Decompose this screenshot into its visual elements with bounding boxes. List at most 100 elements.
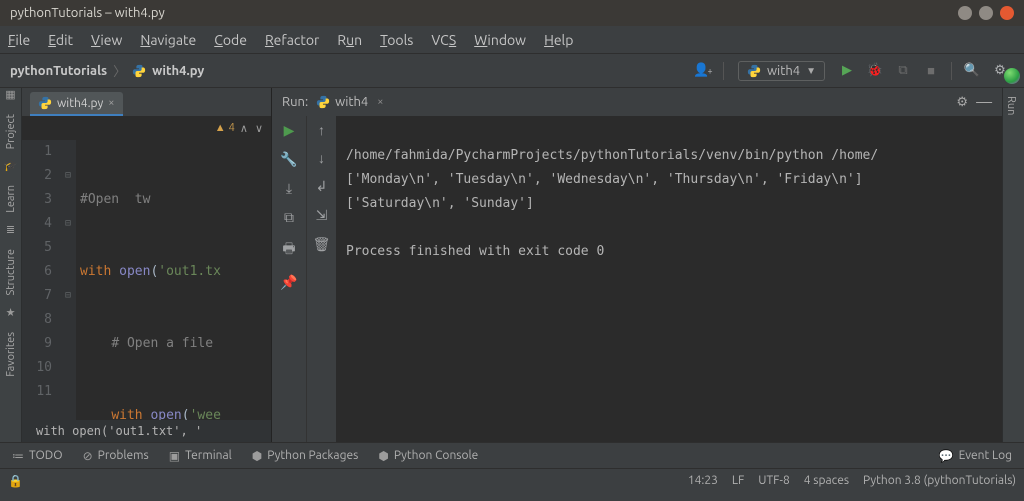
python-icon [316, 95, 330, 109]
python-small-icon: ⬢ [378, 449, 388, 463]
close-icon[interactable]: × [377, 96, 383, 108]
status-interpreter[interactable]: Python 3.8 (pythonTutorials) [863, 474, 1016, 487]
python-small-icon: ⬢ [252, 449, 262, 463]
warning-count: 4 [229, 122, 235, 134]
window-maximize-icon[interactable] [979, 6, 993, 20]
stop-button[interactable]: ■ [921, 61, 941, 81]
console-output[interactable]: /home/fahmida/PycharmProjects/pythonTuto… [336, 116, 1002, 442]
menu-bar: File Edit View Navigate Code Refactor Ru… [0, 26, 1024, 54]
breadcrumb: pythonTutorials 〉 with4.py [10, 61, 204, 80]
gear-icon[interactable]: ⚙ [956, 95, 968, 110]
menu-help[interactable]: Help [544, 32, 573, 48]
toolbar-separator [951, 62, 952, 80]
editor-breadcrumb[interactable]: with open('out1.txt', ' [22, 420, 271, 442]
menu-file[interactable]: File [8, 32, 30, 48]
editor-tabs: with4.py × [22, 88, 271, 116]
menu-tools[interactable]: Tools [380, 32, 413, 48]
tw-python-console[interactable]: ⬢Python Console [378, 449, 478, 463]
main-toolbar: pythonTutorials 〉 with4.py 👤+ with4 ▼ ▶ … [0, 54, 1024, 88]
down-arrow-icon[interactable]: ↓ [318, 150, 325, 166]
status-encoding[interactable]: UTF-8 [758, 474, 789, 487]
sidebar-tab-project[interactable]: Project [3, 104, 19, 159]
favorites-rail-icon: ★ [6, 306, 16, 319]
hide-icon[interactable]: — [976, 93, 992, 111]
run-rail-secondary: ↑ ↓ ↲ ⇲ 🗑 [306, 116, 336, 442]
wrench-icon[interactable]: 🔧 [280, 151, 297, 168]
status-indent[interactable]: 4 spaces [804, 474, 849, 487]
window-title: pythonTutorials – with4.py [10, 6, 165, 20]
sidebar-tab-structure[interactable]: Structure [3, 239, 19, 306]
status-caret-pos[interactable]: 14:23 [688, 474, 718, 487]
list-icon: ≔ [12, 449, 24, 463]
editor-tab[interactable]: with4.py × [30, 92, 123, 116]
code-body[interactable]: #Open tw with open('out1.tx # Open a fil… [76, 140, 271, 420]
scroll-end-icon[interactable]: ⇲ [316, 207, 328, 224]
menu-navigate[interactable]: Navigate [140, 32, 196, 48]
ide-blob-icon[interactable] [1004, 68, 1020, 84]
run-config-selector[interactable]: with4 ▼ [738, 61, 825, 81]
editor-tab-label: with4.py [57, 97, 103, 110]
run-toolwindow: Run: with4 × ⚙ — ▶ 🔧 ⤓ ⧉ 🖶 📌 ↑ ↓ ↲ [272, 88, 1002, 442]
run-button[interactable]: ▶ [837, 61, 857, 81]
chevron-down-icon: ▼ [806, 65, 816, 77]
python-icon [747, 64, 761, 78]
status-line-sep[interactable]: LF [732, 474, 744, 487]
code-editor[interactable]: 1234567891011 ⊟⊟⊟ #Open tw with open('ou… [22, 140, 271, 420]
console-line: Process finished with exit code 0 [346, 244, 604, 259]
console-line: ['Saturday\n', 'Sunday'] [346, 196, 534, 211]
menu-view[interactable]: View [91, 32, 122, 48]
menu-edit[interactable]: Edit [48, 32, 73, 48]
sidebar-tab-favorites[interactable]: Favorites [3, 322, 19, 387]
sidebar-tab-run[interactable]: Run [1003, 88, 1019, 123]
window-minimize-icon[interactable] [958, 6, 972, 20]
run-tab-label: with4 [335, 95, 368, 109]
next-highlight-icon[interactable]: ∨ [253, 122, 265, 135]
add-user-icon[interactable]: 👤+ [693, 61, 713, 81]
warning-circle-icon: ⊘ [83, 449, 93, 463]
menu-window[interactable]: Window [474, 32, 526, 48]
close-icon[interactable]: × [108, 97, 114, 109]
main-area: ▦ Project 🎓 Learn ≣ Structure ★ Favorite… [0, 88, 1024, 442]
lock-icon[interactable]: 🔒 [8, 474, 23, 488]
tw-todo[interactable]: ≔TODO [12, 449, 63, 463]
breadcrumb-sep-icon: 〉 [113, 61, 126, 80]
python-file-icon [132, 64, 146, 78]
debug-button[interactable]: 🐞 [865, 61, 885, 81]
terminal-icon: ▣ [169, 449, 180, 463]
python-file-icon [38, 96, 52, 110]
search-icon[interactable]: 🔍 [962, 61, 982, 81]
menu-refactor[interactable]: Refactor [265, 32, 319, 48]
run-header: Run: with4 × ⚙ — [272, 88, 1002, 116]
tw-python-packages[interactable]: ⬢Python Packages [252, 449, 359, 463]
tw-event-log[interactable]: 💬Event Log [939, 449, 1012, 463]
run-coverage-button[interactable]: ⧉ [893, 61, 913, 81]
breadcrumb-project[interactable]: pythonTutorials [10, 64, 107, 78]
window-close-icon[interactable] [1000, 6, 1014, 20]
toolbar-separator [723, 62, 724, 80]
up-icon[interactable]: ↑ [318, 122, 325, 138]
left-tool-rail: ▦ Project 🎓 Learn ≣ Structure ★ Favorite… [0, 88, 22, 442]
trash-icon[interactable]: 🗑 [313, 236, 331, 253]
sidebar-tab-learn[interactable]: Learn [3, 175, 19, 223]
run-tab[interactable]: with4 × [316, 95, 383, 109]
layout-icon[interactable]: ⧉ [284, 209, 294, 226]
tw-terminal[interactable]: ▣Terminal [169, 449, 232, 463]
menu-vcs[interactable]: VCS [431, 32, 456, 48]
prev-highlight-icon[interactable]: ∧ [238, 122, 250, 135]
print-icon[interactable]: 🖶 [282, 238, 295, 262]
status-bar: 🔒 14:23 LF UTF-8 4 spaces Python 3.8 (py… [0, 468, 1024, 492]
run-body: ▶ 🔧 ⤓ ⧉ 🖶 📌 ↑ ↓ ↲ ⇲ 🗑 /home/fahmida/Pych… [272, 116, 1002, 442]
fold-gutter[interactable]: ⊟⊟⊟ [60, 140, 76, 420]
menu-code[interactable]: Code [214, 32, 247, 48]
learn-rail-icon: 🎓 [4, 159, 18, 172]
warning-icon[interactable]: ▲ [215, 122, 226, 134]
run-label: Run: [282, 95, 308, 109]
menu-run[interactable]: Run [337, 32, 362, 48]
right-tool-rail: Run [1002, 88, 1024, 442]
softwrap-icon[interactable]: ↲ [316, 178, 328, 195]
rerun-icon[interactable]: ▶ [284, 122, 295, 139]
pin-icon[interactable]: 📌 [280, 274, 297, 291]
down-icon[interactable]: ⤓ [286, 180, 292, 197]
tw-problems[interactable]: ⊘Problems [83, 449, 149, 463]
breadcrumb-file[interactable]: with4.py [152, 64, 204, 78]
